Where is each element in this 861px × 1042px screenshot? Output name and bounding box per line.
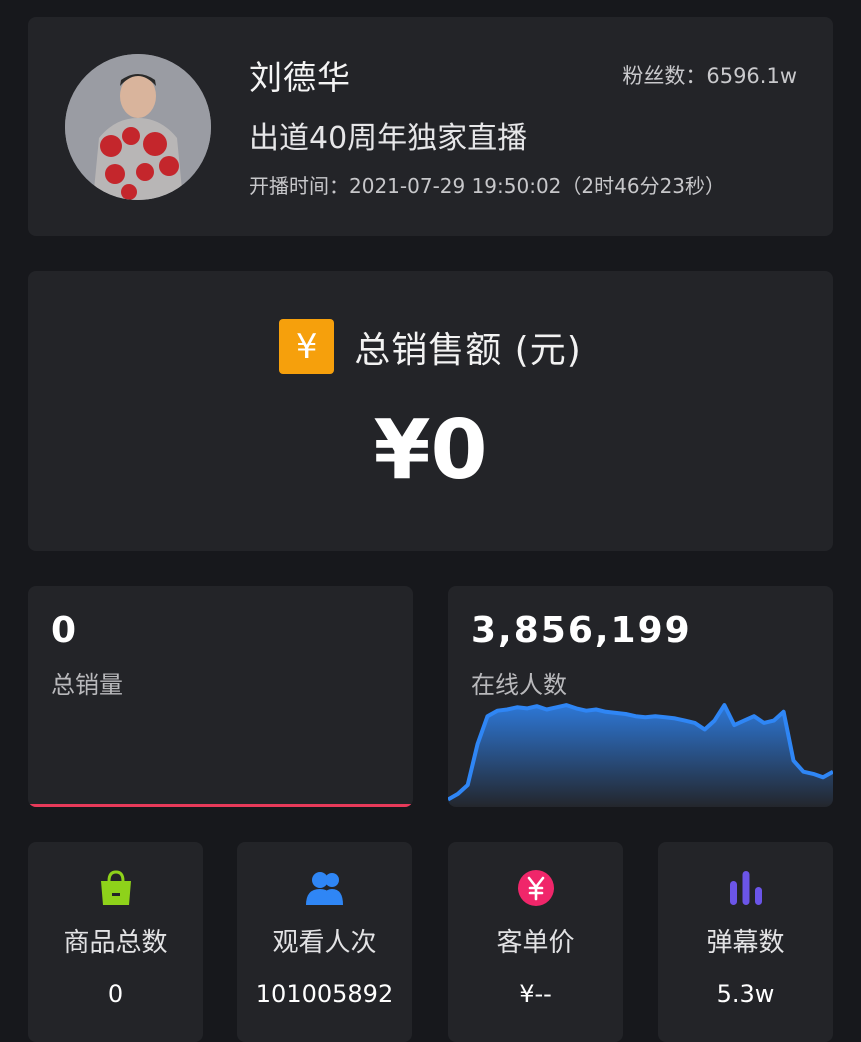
online-users-card: 3,856,199 在线人数 bbox=[448, 586, 833, 807]
metric-card-unit-price[interactable]: 客单价 ¥-- bbox=[448, 842, 623, 1042]
host-avatar[interactable] bbox=[65, 54, 211, 200]
metric-value: 0 bbox=[107, 980, 124, 1008]
metric-card-views[interactable]: 观看人次 101005892 bbox=[237, 842, 412, 1042]
quantity-trend-line bbox=[28, 804, 413, 807]
metric-label: 观看人次 bbox=[272, 928, 377, 958]
total-sales-card: ¥ 总销售额 (元) ¥0 bbox=[28, 271, 833, 551]
total-quantity-label: 总销量 bbox=[51, 671, 123, 699]
host-card: 刘德华 粉丝数：6596.1w 出道40周年独家直播 开播时间：2021-07-… bbox=[28, 17, 833, 236]
metric-value: 5.3w bbox=[716, 980, 775, 1008]
metric-value: 101005892 bbox=[255, 980, 394, 1008]
metric-label: 弹幕数 bbox=[706, 928, 785, 958]
shopping-bag-icon bbox=[28, 869, 203, 907]
metric-label: 客单价 bbox=[496, 928, 575, 958]
total-sales-header: ¥ 总销售额 (元) bbox=[28, 319, 833, 374]
metric-card-danmu[interactable]: 弹幕数 5.3w bbox=[658, 842, 833, 1042]
online-users-chart bbox=[448, 703, 833, 807]
metric-card-products[interactable]: 商品总数 0 bbox=[28, 842, 203, 1042]
yen-circle-icon bbox=[448, 869, 623, 907]
avatar-image bbox=[65, 54, 211, 200]
total-quantity-value: 0 bbox=[51, 610, 79, 651]
live-title: 出道40周年独家直播 bbox=[249, 121, 528, 156]
total-sales-value: ¥0 bbox=[373, 403, 488, 498]
users-icon bbox=[237, 869, 412, 907]
metric-value: ¥-- bbox=[519, 980, 552, 1008]
online-users-value: 3,856,199 bbox=[471, 610, 692, 651]
metric-label: 商品总数 bbox=[63, 928, 168, 958]
yen-badge-icon: ¥ bbox=[279, 319, 335, 374]
total-quantity-card: 0 总销量 bbox=[28, 586, 413, 807]
total-sales-label: 总销售额 (元) bbox=[354, 329, 582, 371]
host-name: 刘德华 bbox=[249, 58, 351, 97]
fans-count: 粉丝数：6596.1w bbox=[622, 64, 797, 88]
start-time: 开播时间：2021-07-29 19:50:02（2时46分23秒） bbox=[249, 174, 726, 198]
bar-chart-icon bbox=[658, 869, 833, 907]
